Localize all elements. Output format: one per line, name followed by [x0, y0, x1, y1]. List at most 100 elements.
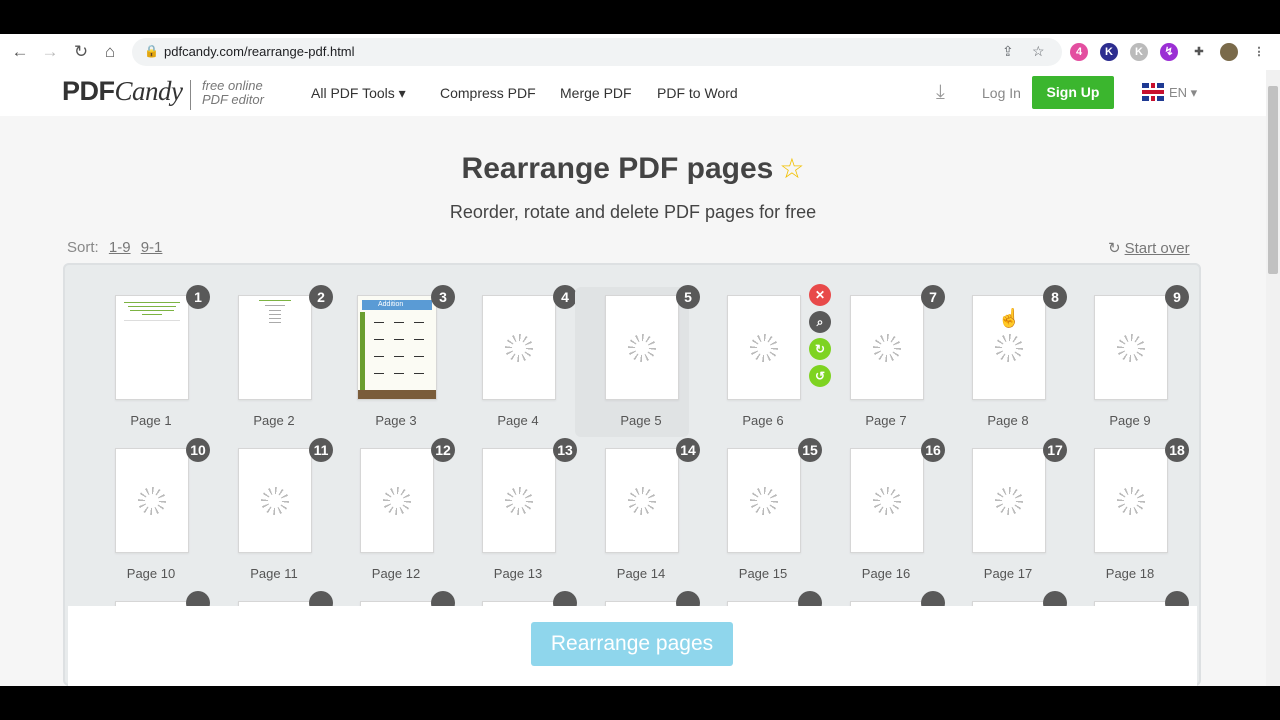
page-card[interactable]: 12 Page 12 [350, 438, 470, 590]
back-icon[interactable]: ← [10, 42, 30, 62]
browser-toolbar: ← → ↻ ⌂ 🔒 pdfcandy.com/rearrange-pdf.htm… [0, 34, 1280, 71]
math-problem [414, 322, 424, 323]
star-icon[interactable]: ☆ [779, 153, 804, 184]
start-over-link[interactable]: ↻ Start over [1108, 239, 1190, 257]
rotate-ccw-icon[interactable]: ↺ [809, 365, 831, 387]
reload-icon[interactable]: ↻ [71, 42, 91, 62]
site-viewport: PDFCandy free online PDF editor All PDF T… [0, 70, 1266, 686]
share-icon[interactable]: ⇪ [1002, 43, 1014, 60]
sort-desc-link[interactable]: 9-1 [141, 239, 163, 256]
text-line [269, 318, 281, 319]
logo-divider [190, 80, 191, 110]
page-card[interactable]: 2 Page 2 [228, 285, 348, 437]
page-subtitle: Reorder, rotate and delete PDF pages for… [449, 202, 817, 222]
page-thumbnail[interactable] [482, 448, 556, 553]
page-card[interactable]: 17 Page 17 [962, 438, 1082, 590]
page-card[interactable]: 8 Page 8 [962, 285, 1082, 437]
loading-spinner-icon [873, 334, 901, 362]
signup-button[interactable]: Sign Up [1032, 76, 1114, 109]
loading-spinner-icon [261, 487, 289, 515]
page-card[interactable]: 4 Page 4 [472, 285, 592, 437]
page-thumbnail[interactable] [850, 448, 924, 553]
page-thumbnail[interactable] [238, 295, 312, 400]
page-card[interactable]: 18 Page 18 [1084, 438, 1201, 590]
thumbnail-heading: Addition [362, 300, 432, 310]
uk-flag-icon[interactable] [1142, 83, 1164, 101]
page-label: Page 16 [861, 566, 911, 581]
loading-spinner-icon [750, 487, 778, 515]
rotate-cw-icon[interactable]: ↻ [809, 338, 831, 360]
extension-icon-k[interactable]: K [1100, 43, 1118, 61]
extension-icon-4[interactable]: ↯ [1160, 43, 1178, 61]
text-line [269, 322, 281, 323]
page-label: Page 18 [1105, 566, 1155, 581]
nav-all-pdf-tools[interactable]: All PDF Tools ▾ [311, 85, 406, 102]
page-thumbnail[interactable] [115, 295, 189, 400]
loading-spinner-icon [1117, 487, 1145, 515]
nav-compress-pdf[interactable]: Compress PDF [440, 85, 536, 101]
extension-icon-1[interactable]: 4 [1070, 43, 1088, 61]
text-line [259, 300, 291, 301]
page-thumbnail[interactable] [1094, 448, 1168, 553]
bookmark-star-icon[interactable]: ☆ [1032, 43, 1045, 60]
page-thumbnail[interactable] [850, 295, 924, 400]
nav-pdf-to-word[interactable]: PDF to Word [657, 85, 738, 101]
page-thumbnail[interactable] [605, 448, 679, 553]
nav-merge-pdf[interactable]: Merge PDF [560, 85, 632, 101]
page-card[interactable]: Addition 3 Page 3 [350, 285, 470, 437]
logo[interactable]: PDFCandy [62, 76, 183, 107]
window-top-bar [0, 0, 1280, 34]
mouse-cursor-icon: ☝ [998, 308, 1021, 328]
url-text: pdfcandy.com/rearrange-pdf.html [164, 44, 355, 59]
page-thumbnail[interactable] [482, 295, 556, 400]
page-label: Page 2 [253, 413, 295, 428]
page-number-badge: 11 [309, 438, 333, 462]
loading-spinner-icon [995, 334, 1023, 362]
ground-decoration [358, 390, 436, 399]
page-card[interactable]: 14 Page 14 [595, 438, 715, 590]
menu-dots-icon[interactable]: ⋮ [1250, 43, 1268, 61]
page-thumbnail[interactable] [1094, 295, 1168, 400]
extension-icon-3[interactable]: K [1130, 43, 1148, 61]
page-card[interactable]: 7 Page 7 [840, 285, 960, 437]
login-link[interactable]: Log In [982, 85, 1021, 101]
page-number-badge: 12 [431, 438, 455, 462]
page-card[interactable]: 13 Page 13 [472, 438, 592, 590]
download-icon[interactable]: ⤓ [936, 81, 945, 104]
home-icon[interactable]: ⌂ [100, 42, 120, 62]
rearrange-pages-button[interactable]: Rearrange pages [531, 622, 733, 666]
page-card[interactable]: 5 Page 5 [575, 285, 700, 437]
page-card[interactable]: 15 Page 15 [717, 438, 837, 590]
page-thumbnail[interactable] [238, 448, 312, 553]
page-thumbnail[interactable] [115, 448, 189, 553]
delete-icon[interactable]: ✕ [809, 284, 831, 306]
sort-asc-link[interactable]: 1-9 [109, 239, 131, 256]
page-card[interactable]: 1 Page 1 [105, 285, 225, 437]
page-card[interactable]: 9 Page 9 [1084, 285, 1201, 437]
page-thumbnail[interactable] [605, 295, 679, 400]
page-thumbnail[interactable] [972, 448, 1046, 553]
page-label: Page 4 [497, 413, 539, 428]
page-card[interactable]: 6Page 6✕⌕↻↺ [717, 284, 837, 437]
page-card[interactable]: 16 Page 16 [840, 438, 960, 590]
text-line [124, 320, 180, 321]
zoom-icon[interactable]: ⌕ [809, 311, 831, 333]
avatar[interactable] [1220, 43, 1238, 61]
page-card[interactable]: 11 Page 11 [228, 438, 348, 590]
text-line [128, 306, 176, 307]
page-thumbnail[interactable]: Addition [357, 295, 437, 400]
scrollbar-thumb[interactable] [1268, 86, 1278, 274]
refresh-icon: ↻ [1108, 240, 1121, 257]
page-number-badge: 16 [921, 438, 945, 462]
page-thumbnail[interactable] [727, 295, 801, 400]
math-problem [394, 339, 404, 340]
language-selector[interactable]: EN ▾ [1169, 85, 1197, 101]
page-card[interactable]: 10 Page 10 [105, 438, 225, 590]
forward-icon[interactable]: → [40, 42, 60, 62]
page-thumbnail[interactable] [727, 448, 801, 553]
address-bar[interactable]: 🔒 pdfcandy.com/rearrange-pdf.html ⇪ ☆ [132, 38, 1062, 66]
page-label: Page 6 [742, 413, 784, 428]
page-thumbnail[interactable] [360, 448, 434, 553]
text-line [269, 310, 281, 311]
puzzle-icon[interactable]: ✚ [1190, 43, 1208, 61]
